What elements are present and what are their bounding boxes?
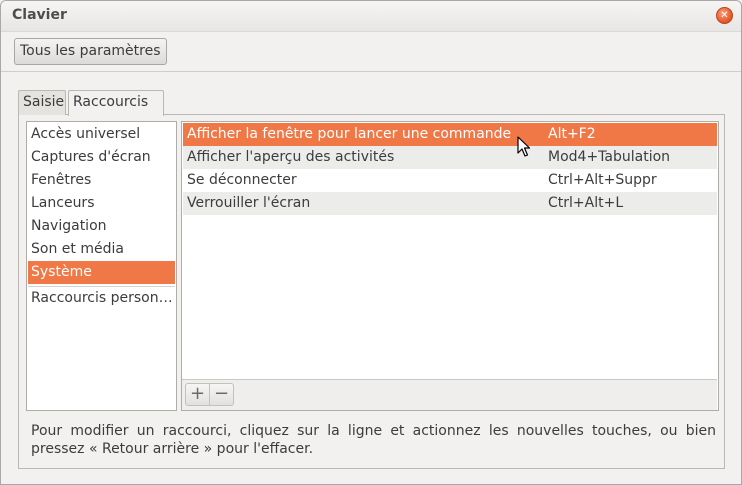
- all-settings-button[interactable]: Tous les paramètres: [14, 38, 167, 65]
- category-item-custom-shortcuts[interactable]: Raccourcis person…: [28, 287, 175, 310]
- category-list: Accès universel Captures d'écran Fenêtre…: [26, 121, 177, 411]
- shortcut-row[interactable]: Verrouiller l'écran Ctrl+Alt+L: [183, 192, 717, 215]
- category-item-systeme[interactable]: Système: [28, 261, 175, 284]
- close-icon: ✕: [720, 10, 729, 21]
- shortcut-name: Verrouiller l'écran: [187, 195, 311, 211]
- tab-raccourcis[interactable]: Raccourcis: [68, 90, 164, 116]
- shortcut-list-toolbar: + −: [182, 379, 717, 410]
- shortcut-name: Afficher l'aperçu des activités: [187, 149, 395, 165]
- mouse-pointer-icon: [517, 136, 531, 157]
- shortcut-keys: Alt+F2: [548, 126, 596, 142]
- category-item-fenetres[interactable]: Fenêtres: [28, 169, 175, 192]
- shortcut-name: Afficher la fenêtre pour lancer une comm…: [187, 126, 512, 142]
- minus-icon: −: [213, 383, 230, 404]
- shortcut-row[interactable]: Se déconnecter Ctrl+Alt+Suppr: [183, 169, 717, 192]
- tab-saisie[interactable]: Saisie: [18, 90, 66, 115]
- category-item-lanceurs[interactable]: Lanceurs: [28, 192, 175, 215]
- window-title: Clavier: [12, 7, 67, 23]
- title-bar: Clavier ✕: [1, 1, 741, 32]
- shortcut-row[interactable]: Afficher l'aperçu des activités Mod4+Tab…: [183, 146, 717, 169]
- plus-icon: +: [189, 383, 206, 404]
- category-item-son-media[interactable]: Son et média: [28, 238, 175, 261]
- shortcut-keys: Ctrl+Alt+L: [548, 195, 624, 211]
- category-item-navigation[interactable]: Navigation: [28, 215, 175, 238]
- help-text: Pour modifier un raccourci, cliquez sur …: [31, 423, 716, 457]
- shortcut-keys: Ctrl+Alt+Suppr: [548, 172, 657, 188]
- close-button[interactable]: ✕: [716, 7, 733, 24]
- toolbar: Tous les paramètres: [1, 32, 741, 72]
- shortcut-row[interactable]: Afficher la fenêtre pour lancer une comm…: [183, 123, 717, 146]
- shortcut-name: Se déconnecter: [187, 172, 297, 188]
- shortcut-list: Afficher la fenêtre pour lancer une comm…: [181, 121, 719, 411]
- remove-shortcut-button[interactable]: −: [209, 383, 234, 406]
- shortcut-keys: Mod4+Tabulation: [548, 149, 671, 165]
- category-item-acces-universel[interactable]: Accès universel: [28, 123, 175, 146]
- keyboard-settings-window: Clavier ✕ Tous les paramètres Saisie Rac…: [0, 0, 742, 485]
- category-item-captures[interactable]: Captures d'écran: [28, 146, 175, 169]
- add-shortcut-button[interactable]: +: [185, 383, 210, 406]
